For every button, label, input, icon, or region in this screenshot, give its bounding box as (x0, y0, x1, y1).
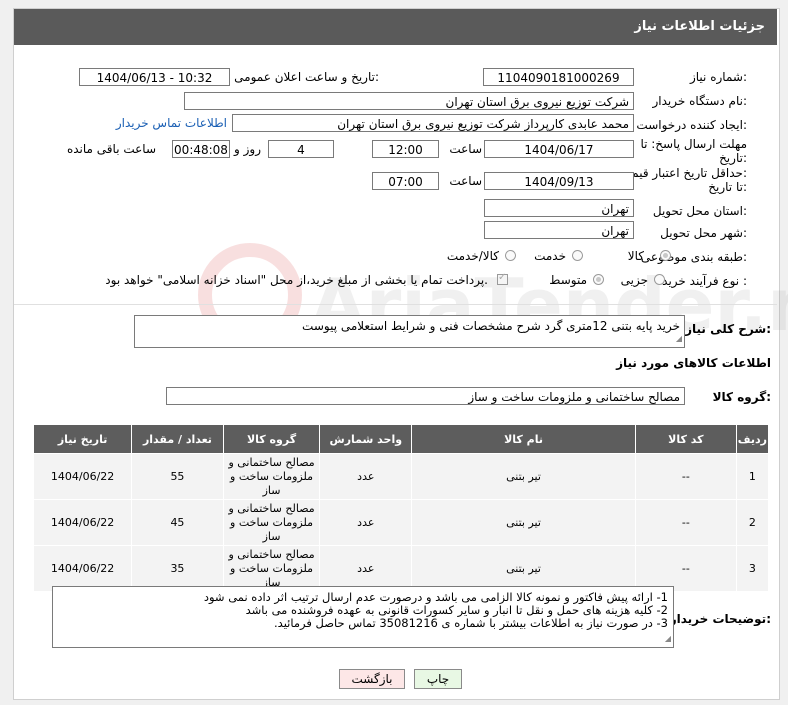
cell-qty: 45 (131, 499, 224, 546)
cell-qty: 55 (131, 453, 224, 500)
resize-handle-icon[interactable]: ◢ (665, 632, 671, 645)
cell-code: -- (634, 453, 737, 500)
description-text: خرید پایه بتنی 12متری گرد شرح مشخصات فنی… (302, 319, 680, 333)
treasury-bond-note: پرداخت تمام یا بخشی از مبلغ خرید،از محل … (105, 273, 488, 287)
cell-code: -- (634, 545, 737, 592)
deadline-label-1: مهلت ارسال پاسخ: تا (640, 137, 747, 151)
announce-field[interactable]: 1404/06/13 - 10:32 (79, 68, 230, 86)
cell-name: تیر بتنی (411, 453, 636, 500)
process-radio-medium[interactable] (593, 274, 604, 285)
treasury-bond-checkbox[interactable] (497, 272, 508, 285)
cell-row: 2 (735, 499, 770, 546)
price-validity-label-1: حداقل تاریخ اعتبار قیمت: (620, 166, 747, 180)
col-row: ردیف (735, 424, 770, 454)
price-validity-label-2: تا تاریخ: (708, 180, 747, 194)
cell-group: مصالح ساختمانی و ملزومات ساخت و ساز (222, 545, 321, 592)
buyer-notes-label: توضیحات خریدار: (669, 612, 771, 626)
goods-section-title: اطلاعات کالاهای مورد نیاز (616, 356, 771, 370)
cell-qty: 35 (131, 545, 224, 592)
goods-group-label: گروه کالا: (712, 390, 771, 404)
category-option-goods: کالا (627, 249, 644, 263)
cell-unit: عدد (319, 545, 413, 592)
category-label: طبقه بندی موضوعی: (640, 250, 747, 264)
category-radio-goods[interactable] (660, 250, 671, 261)
title-bar: جزئیات اطلاعات نیاز (14, 9, 777, 45)
table-row[interactable]: 3 -- تیر بتنی عدد مصالح ساختمانی و ملزوم… (32, 545, 770, 592)
remaining-time-field[interactable]: 00:48:08 (172, 140, 230, 158)
category-radio-service[interactable] (572, 250, 583, 261)
cell-date: 1404/06/22 (32, 499, 133, 546)
cell-group: مصالح ساختمانی و ملزومات ساخت و ساز (222, 499, 321, 546)
deadline-label-2: تاریخ: (719, 151, 747, 165)
process-label: نوع فرآیند خرید : (662, 274, 747, 288)
col-name: نام کالا (411, 424, 636, 454)
deadline-time-field[interactable]: 12:00 (372, 140, 439, 158)
need-number-field[interactable]: 1104090181000269 (483, 68, 634, 86)
province-label: استان محل تحویل: (652, 204, 747, 218)
deadline-date-field[interactable]: 1404/06/17 (484, 140, 634, 158)
goods-table-header: ردیف کد کالا نام کالا واحد شمارش گروه کا… (32, 424, 770, 454)
table-row[interactable]: 1 -- تیر بتنی عدد مصالح ساختمانی و ملزوم… (32, 453, 770, 500)
cell-unit: عدد (319, 499, 413, 546)
cell-date: 1404/06/22 (32, 545, 133, 592)
cell-name: تیر بتنی (411, 499, 636, 546)
page-title: جزئیات اطلاعات نیاز (634, 19, 765, 34)
price-validity-date-field[interactable]: 1404/09/13 (484, 172, 634, 190)
city-field[interactable]: تهران (484, 221, 634, 239)
requester-label: ایجاد کننده درخواست: (636, 118, 747, 132)
buyer-contact-link[interactable]: اطلاعات تماس خریدار (116, 116, 227, 130)
buyer-org-field[interactable]: شرکت توزیع نیروی برق استان تهران (184, 92, 634, 110)
category-option-service: خدمت (534, 249, 566, 263)
print-button[interactable]: چاپ (414, 669, 462, 689)
buyer-notes-textarea[interactable]: 1- ارائه پیش فاکتور و نمونه کالا الزامی … (52, 586, 674, 648)
col-date: تاریخ نیاز (32, 424, 133, 454)
col-unit: واحد شمارش (319, 424, 413, 454)
province-field[interactable]: تهران (484, 199, 634, 217)
table-row[interactable]: 2 -- تیر بتنی عدد مصالح ساختمانی و ملزوم… (32, 499, 770, 546)
col-code: کد کالا (634, 424, 737, 454)
cell-group: مصالح ساختمانی و ملزومات ساخت و ساز (222, 453, 321, 500)
divider (14, 304, 777, 305)
cell-row: 3 (735, 545, 770, 592)
need-number-label: شماره نیاز: (689, 70, 747, 84)
buyer-org-label: نام دستگاه خریدار: (652, 94, 748, 108)
category-option-goods-service: کالا/خدمت (446, 249, 499, 263)
remaining-label: ساعت باقی مانده (66, 142, 156, 156)
description-textarea[interactable]: خرید پایه بتنی 12متری گرد شرح مشخصات فنی… (134, 315, 685, 348)
deadline-time-label: ساعت (449, 142, 482, 156)
announce-label: تاریخ و ساعت اعلان عمومی: (234, 70, 379, 84)
process-option-minor: جزیی (620, 273, 648, 287)
back-button[interactable]: بازگشت (339, 669, 405, 689)
cell-row: 1 (735, 453, 770, 500)
goods-group-field[interactable]: مصالح ساختمانی و ملزومات ساخت و ساز (166, 387, 685, 405)
cell-code: -- (634, 499, 737, 546)
cell-unit: عدد (319, 453, 413, 500)
col-group: گروه کالا (222, 424, 321, 454)
buyer-note-line: 3- در صورت نیاز به اطلاعات بیشتر با شمار… (274, 616, 668, 630)
price-validity-time-field[interactable]: 07:00 (372, 172, 439, 190)
requester-field[interactable]: محمد عابدی کارپرداز شرکت توزیع نیروی برق… (232, 114, 634, 132)
cell-name: تیر بتنی (411, 545, 636, 592)
city-label: شهر محل تحویل: (660, 226, 747, 240)
cell-date: 1404/06/22 (32, 453, 133, 500)
process-option-medium: متوسط (549, 273, 587, 287)
days-field[interactable]: 4 (268, 140, 334, 158)
days-label: روز و (234, 142, 261, 156)
process-radio-minor[interactable] (654, 274, 665, 285)
description-label: شرح کلی نیاز: (685, 322, 771, 336)
resize-handle-icon[interactable]: ◢ (676, 332, 682, 345)
category-radio-goods-service[interactable] (505, 250, 516, 261)
col-qty: تعداد / مقدار (131, 424, 224, 454)
goods-table: ردیف کد کالا نام کالا واحد شمارش گروه کا… (32, 424, 770, 592)
price-validity-time-label: ساعت (449, 174, 482, 188)
